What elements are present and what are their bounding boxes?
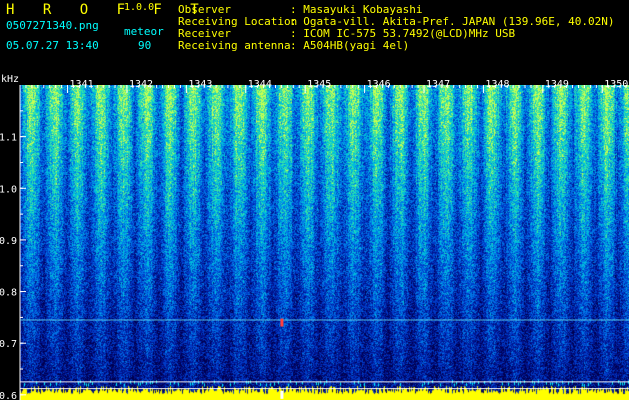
x-tick-label: 1341 [70, 79, 94, 90]
spectrogram-axes: kHz 1.1 1.0 0.9 0.8 0.7 0.6 1341 1342 1343 1344 134… [0, 74, 629, 400]
x-tick-label: 1350 [604, 79, 628, 90]
file-name: 0507271340.png [6, 19, 99, 32]
meteor-echo-mark [280, 390, 284, 399]
x-tick-label: 1348 [485, 79, 509, 90]
meteor-count-value: 90 [138, 39, 152, 52]
y-tick-label: 0.6 [0, 391, 17, 400]
y-tick-label: 0.7 [0, 339, 17, 350]
spectrogram-panel: kHz 1.1 1.0 0.9 0.8 0.7 0.6 1341 1342 1343 1344 134… [0, 74, 629, 400]
meteor-echo-mark [280, 318, 284, 327]
header-panel: H R O F F T 1.0.0 0507271340.png 05.07.2… [0, 0, 629, 74]
y-axis-label: kHz [1, 74, 19, 85]
x-tick-label: 1345 [307, 79, 331, 90]
y-tick-label: 1.1 [0, 133, 17, 144]
x-tick-label: 1346 [367, 79, 391, 90]
x-tick-label: 1349 [545, 79, 569, 90]
meteor-count-label: meteor [124, 25, 164, 38]
antenna-value: : A504HB(yagi 4el) [290, 39, 410, 52]
x-tick-label: 1347 [426, 79, 450, 90]
y-tick-label: 0.9 [0, 236, 17, 247]
antenna-label: Receiving antenna [178, 39, 291, 52]
file-datetime: 05.07.27 13:40 [6, 39, 99, 52]
x-tick-label: 1342 [129, 79, 153, 90]
x-tick-label: 1344 [248, 79, 272, 90]
y-tick-label: 1.0 [0, 184, 17, 195]
x-tick-label: 1343 [188, 79, 212, 90]
app-version: 1.0.0 [124, 2, 155, 13]
y-tick-label: 0.8 [0, 288, 17, 299]
